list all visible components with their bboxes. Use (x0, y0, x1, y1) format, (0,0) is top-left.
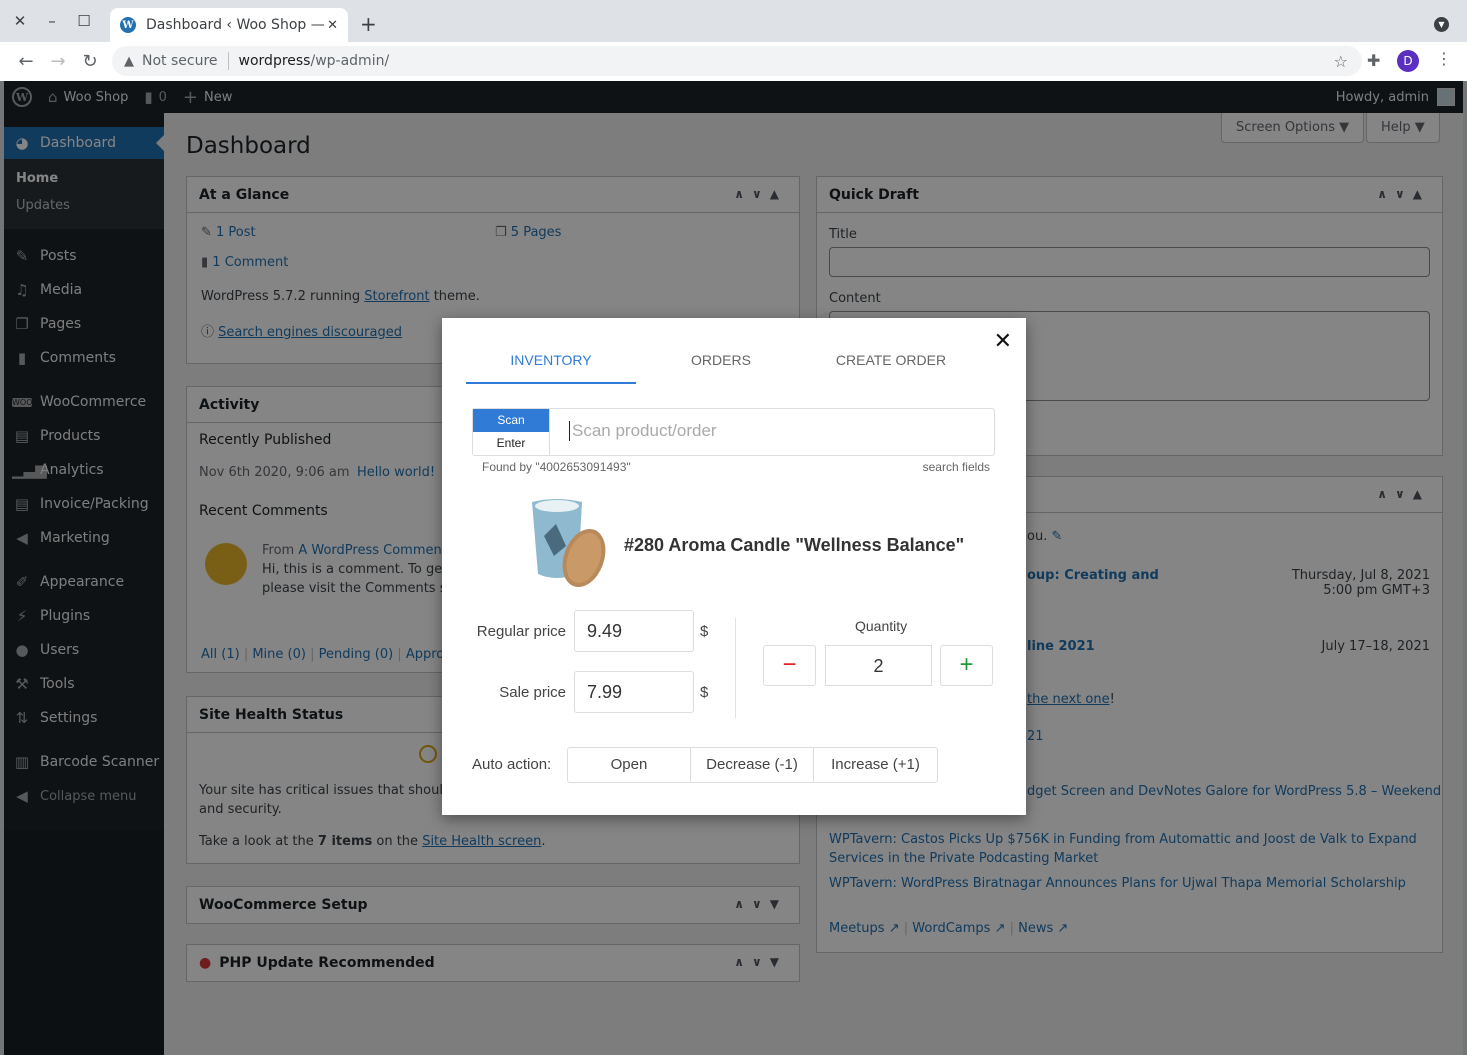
auto-action-increase-button[interactable]: Increase (+1) (814, 748, 937, 782)
sale-price-input[interactable]: 7.99 (574, 671, 694, 713)
divider (227, 52, 229, 70)
browser-chrome: ✕ – ☐ W Dashboard ‹ Woo Shop — ✕ + ▼ ← →… (0, 0, 1467, 81)
tab-orders[interactable]: ORDERS (636, 338, 806, 384)
tab-strip: ✕ – ☐ W Dashboard ‹ Woo Shop — ✕ + ▼ (0, 0, 1467, 42)
bookmark-star-icon[interactable]: ☆ (1334, 52, 1348, 71)
back-icon[interactable]: ← (10, 51, 42, 72)
search-fields-link[interactable]: search fields (923, 460, 990, 474)
quantity-input[interactable]: 2 (825, 645, 932, 686)
reload-icon[interactable]: ↻ (74, 51, 106, 72)
scan-input[interactable]: Scan product/order (569, 421, 717, 441)
plus-icon: + (959, 651, 974, 678)
regular-price-label: Regular price (476, 623, 566, 640)
input-mode-toggle: Scan Enter (473, 409, 550, 455)
tab-title: Dashboard ‹ Woo Shop — (146, 17, 325, 33)
sale-price-label: Sale price (499, 684, 566, 701)
close-icon[interactable]: ✕ (994, 328, 1012, 354)
warning-icon: ▲ (124, 53, 134, 69)
profile-avatar[interactable]: D (1397, 50, 1419, 72)
close-window-icon[interactable]: ✕ (10, 12, 30, 30)
decrease-quantity-button[interactable]: − (763, 645, 816, 686)
extensions-icon[interactable]: ✚ (1367, 51, 1380, 70)
product-title: #280 Aroma Candle "Wellness Balance" (624, 535, 965, 555)
mode-enter-button[interactable]: Enter (473, 432, 549, 455)
url-host: wordpress (238, 53, 311, 69)
minus-icon: − (782, 651, 797, 678)
browser-toolbar: ← → ↻ ▲ Not secure wordpress /wp-admin/ … (0, 42, 1467, 81)
minimize-window-icon[interactable]: – (42, 12, 62, 30)
maximize-window-icon[interactable]: ☐ (74, 12, 94, 30)
url-path: /wp-admin/ (310, 53, 390, 69)
close-tab-icon[interactable]: ✕ (327, 18, 338, 33)
tab-inventory[interactable]: INVENTORY (466, 338, 636, 384)
quantity-label: Quantity (855, 618, 908, 634)
currency-symbol: $ (700, 684, 709, 701)
tab-search-icon[interactable]: ▼ (1434, 17, 1449, 32)
scan-field: Scan Enter Scan product/order (472, 408, 995, 456)
product-image (532, 499, 606, 588)
auto-action-group: Open Decrease (-1) Increase (+1) (567, 747, 938, 783)
barcode-scanner-modal: ✕ INVENTORY ORDERS CREATE ORDER Scan Ent… (442, 318, 1026, 815)
auto-action-open-button[interactable]: Open (568, 748, 691, 782)
browser-tab[interactable]: W Dashboard ‹ Woo Shop — ✕ (110, 8, 348, 42)
security-status: Not secure (142, 53, 218, 69)
currency-symbol: $ (700, 623, 709, 640)
auto-action-decrease-button[interactable]: Decrease (-1) (691, 748, 814, 782)
browser-menu-icon[interactable]: ⋮ (1436, 49, 1452, 68)
new-tab-icon[interactable]: + (360, 12, 377, 36)
regular-price-input[interactable]: 9.49 (574, 610, 694, 652)
modal-tabs: INVENTORY ORDERS CREATE ORDER (466, 338, 976, 384)
tab-create-order[interactable]: CREATE ORDER (806, 338, 976, 384)
address-bar[interactable]: ▲ Not secure wordpress /wp-admin/ ☆ (112, 46, 1362, 76)
wordpress-favicon-icon: W (120, 17, 136, 33)
found-by-text: Found by "4002653091493" (482, 460, 631, 474)
increase-quantity-button[interactable]: + (940, 645, 993, 686)
forward-icon[interactable]: → (42, 51, 74, 72)
divider (735, 618, 736, 718)
mode-scan-button[interactable]: Scan (473, 409, 549, 432)
auto-action-label: Auto action: (472, 756, 552, 773)
